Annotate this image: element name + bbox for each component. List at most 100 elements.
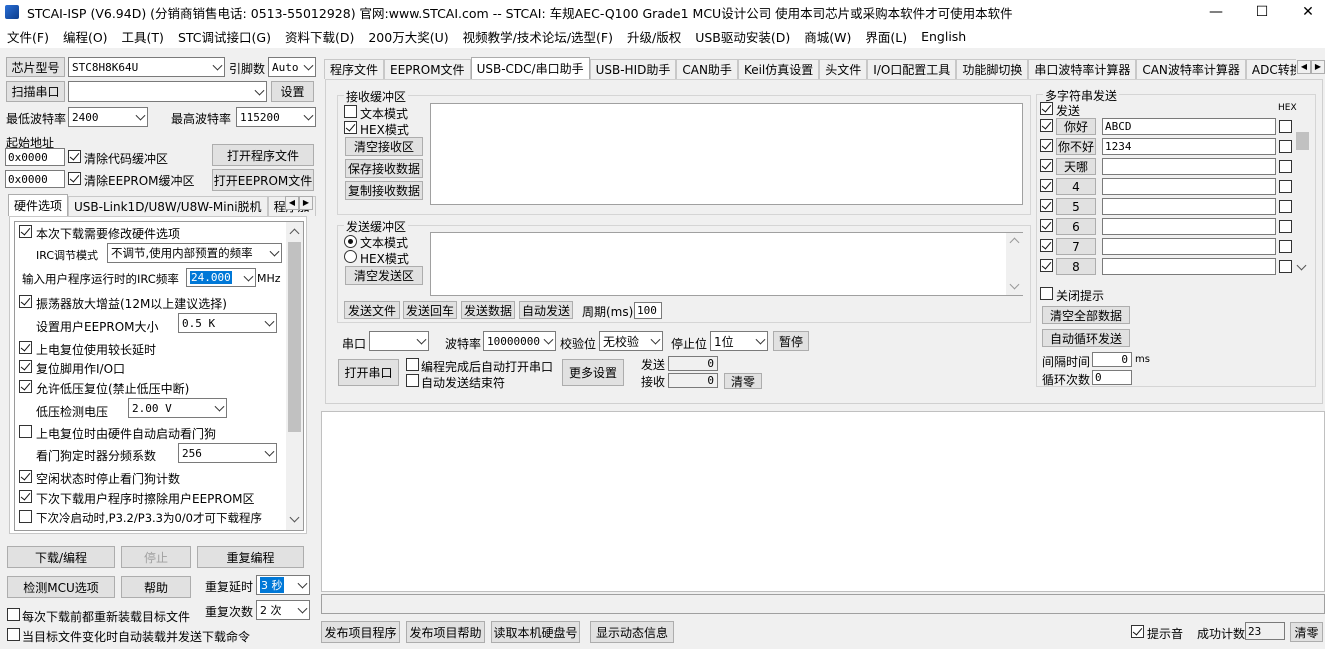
option-long-delay-checkbox[interactable] bbox=[19, 341, 32, 354]
tab-scroll-right-icon[interactable]: ▶ bbox=[299, 196, 313, 210]
eeprom-address-input[interactable]: 0x0000 bbox=[5, 170, 65, 188]
multi-row-send-checkbox[interactable] bbox=[1040, 159, 1053, 172]
scroll-up-icon[interactable] bbox=[1009, 237, 1020, 248]
multi-scrollbar[interactable] bbox=[1294, 118, 1311, 278]
parity-select[interactable]: 无校验 bbox=[599, 331, 663, 351]
option-modify-hw-checkbox[interactable] bbox=[19, 225, 32, 238]
chip-model-select[interactable]: STC8H8K64U bbox=[68, 57, 225, 77]
stop-button[interactable]: 停止 bbox=[121, 546, 191, 568]
multi-row-send-checkbox[interactable] bbox=[1040, 139, 1053, 152]
multi-row-hex-checkbox[interactable] bbox=[1279, 120, 1292, 133]
scroll-thumb[interactable] bbox=[1296, 132, 1309, 150]
option-cold-boot-checkbox[interactable] bbox=[19, 510, 32, 523]
min-baud-select[interactable]: 2400 bbox=[68, 107, 148, 127]
lvd-select[interactable]: 2.00 V bbox=[128, 398, 227, 418]
send-enter-button[interactable]: 发送回车 bbox=[403, 301, 457, 319]
irc-mode-select[interactable]: 不调节,使用内部预置的频率 bbox=[107, 243, 282, 263]
menu-file[interactable]: 文件(F) bbox=[0, 27, 56, 46]
option-idle-wdt-checkbox[interactable] bbox=[19, 470, 32, 483]
tab-adc-calc[interactable]: ADC转换速度计算 bbox=[1245, 59, 1296, 79]
menu-program[interactable]: 编程(O) bbox=[56, 27, 115, 46]
send-data-button[interactable]: 发送数据 bbox=[461, 301, 515, 319]
multi-row-hex-checkbox[interactable] bbox=[1279, 140, 1292, 153]
multi-row-send-checkbox[interactable] bbox=[1040, 119, 1053, 132]
menu-usb-driver[interactable]: USB驱动安装(D) bbox=[688, 27, 797, 46]
multi-row-send-button[interactable]: 4 bbox=[1056, 178, 1096, 195]
multi-row-value-input[interactable] bbox=[1102, 218, 1276, 235]
clear-receive-button[interactable]: 清空接收区 bbox=[345, 137, 423, 156]
menu-award[interactable]: 200万大奖(U) bbox=[361, 27, 455, 46]
repeat-delay-select[interactable]: 3 秒 bbox=[256, 575, 310, 595]
open-eeprom-button[interactable]: 打开EEPROM文件 bbox=[212, 169, 314, 191]
multi-row-hex-checkbox[interactable] bbox=[1279, 200, 1292, 213]
scan-port-button[interactable]: 扫描串口 bbox=[6, 81, 65, 102]
tab-scroll-left-icon[interactable]: ◀ bbox=[285, 196, 299, 210]
multi-row-send-button[interactable]: 你不好 bbox=[1056, 138, 1096, 155]
close-button[interactable]: ✕ bbox=[1285, 0, 1325, 24]
multi-row-value-input[interactable] bbox=[1102, 178, 1276, 195]
tab-header-file[interactable]: 头文件 bbox=[819, 59, 868, 79]
multi-row-value-input[interactable] bbox=[1102, 258, 1276, 275]
clear-eeprom-checkbox[interactable] bbox=[68, 172, 81, 185]
loop-count-input[interactable]: 0 bbox=[1092, 370, 1132, 385]
minimize-button[interactable]: — bbox=[1193, 0, 1239, 24]
main-tab-scroll-right-icon[interactable]: ▶ bbox=[1311, 60, 1325, 74]
auto-loop-send-button[interactable]: 自动循环发送 bbox=[1042, 329, 1130, 347]
multi-row-value-input[interactable] bbox=[1102, 158, 1276, 175]
menu-video[interactable]: 视频教学/技术论坛/选型(F) bbox=[456, 27, 620, 46]
auto-send-on-change-checkbox[interactable] bbox=[7, 628, 20, 641]
show-dynamic-button[interactable]: 显示动态信息 bbox=[590, 621, 674, 643]
menu-english[interactable]: English bbox=[914, 29, 973, 44]
multi-row-send-button[interactable]: 5 bbox=[1056, 198, 1096, 215]
tab-io-config[interactable]: I/O口配置工具 bbox=[867, 59, 957, 79]
option-lvr-checkbox[interactable] bbox=[19, 380, 32, 393]
menu-debug[interactable]: STC调试接口(G) bbox=[171, 27, 278, 46]
reload-before-download-checkbox[interactable] bbox=[7, 608, 20, 621]
multi-row-value-input[interactable]: ABCD bbox=[1102, 118, 1276, 135]
tab-can[interactable]: CAN助手 bbox=[676, 59, 738, 79]
pins-select[interactable]: Auto bbox=[268, 57, 316, 77]
clear-send-button[interactable]: 清空发送区 bbox=[345, 266, 423, 285]
output-log-area[interactable] bbox=[321, 411, 1325, 592]
send-scrollbar[interactable] bbox=[1006, 233, 1023, 295]
multi-row-send-button[interactable]: 8 bbox=[1056, 258, 1096, 275]
period-input[interactable]: 100 bbox=[634, 302, 662, 319]
send-file-button[interactable]: 发送文件 bbox=[344, 301, 400, 319]
receive-textarea[interactable] bbox=[430, 103, 1023, 205]
multi-row-hex-checkbox[interactable] bbox=[1279, 220, 1292, 233]
help-button[interactable]: 帮助 bbox=[121, 576, 191, 598]
save-receive-button[interactable]: 保存接收数据 bbox=[345, 159, 423, 178]
multi-row-send-checkbox[interactable] bbox=[1040, 179, 1053, 192]
multi-send-all-checkbox[interactable] bbox=[1040, 102, 1053, 115]
send-text-mode-radio[interactable] bbox=[344, 235, 357, 248]
baud-select[interactable]: 10000000 bbox=[483, 331, 556, 351]
menu-shop[interactable]: 商城(W) bbox=[797, 27, 858, 46]
wdt-div-select[interactable]: 256 bbox=[178, 443, 277, 463]
settings-button[interactable]: 设置 bbox=[271, 81, 314, 102]
tab-usb-hid[interactable]: USB-HID助手 bbox=[589, 59, 677, 79]
repeat-count-select[interactable]: 2 次 bbox=[256, 600, 310, 620]
code-address-input[interactable]: 0x0000 bbox=[5, 148, 65, 166]
scroll-thumb[interactable] bbox=[288, 242, 301, 432]
scroll-up-icon[interactable] bbox=[289, 228, 300, 239]
option-erase-eeprom-checkbox[interactable] bbox=[19, 490, 32, 503]
irc-freq-select[interactable]: 24.000 bbox=[186, 268, 256, 287]
multi-row-send-checkbox[interactable] bbox=[1040, 239, 1053, 252]
tab-keil[interactable]: Keil仿真设置 bbox=[737, 59, 820, 79]
main-tab-scroll-left-icon[interactable]: ◀ bbox=[1297, 60, 1311, 74]
multi-row-value-input[interactable] bbox=[1102, 238, 1276, 255]
max-baud-select[interactable]: 115200 bbox=[236, 107, 316, 127]
pause-button[interactable]: 暂停 bbox=[773, 331, 809, 351]
option-reset-io-checkbox[interactable] bbox=[19, 360, 32, 373]
multi-row-send-checkbox[interactable] bbox=[1040, 199, 1053, 212]
send-hex-mode-radio[interactable] bbox=[344, 250, 357, 263]
tab-pin-switch[interactable]: 功能脚切换 bbox=[956, 59, 1029, 79]
multi-row-send-button[interactable]: 天哪 bbox=[1056, 158, 1096, 175]
tab-hardware-options[interactable]: 硬件选项 bbox=[8, 194, 69, 216]
recv-text-mode-checkbox[interactable] bbox=[344, 105, 357, 118]
download-program-button[interactable]: 下载/编程 bbox=[7, 546, 115, 568]
clear-code-checkbox[interactable] bbox=[68, 150, 81, 163]
sound-checkbox[interactable] bbox=[1131, 625, 1144, 638]
tab-usb-cdc[interactable]: USB-CDC/串口助手 bbox=[470, 57, 590, 79]
clear-count-button[interactable]: 清零 bbox=[724, 373, 762, 389]
